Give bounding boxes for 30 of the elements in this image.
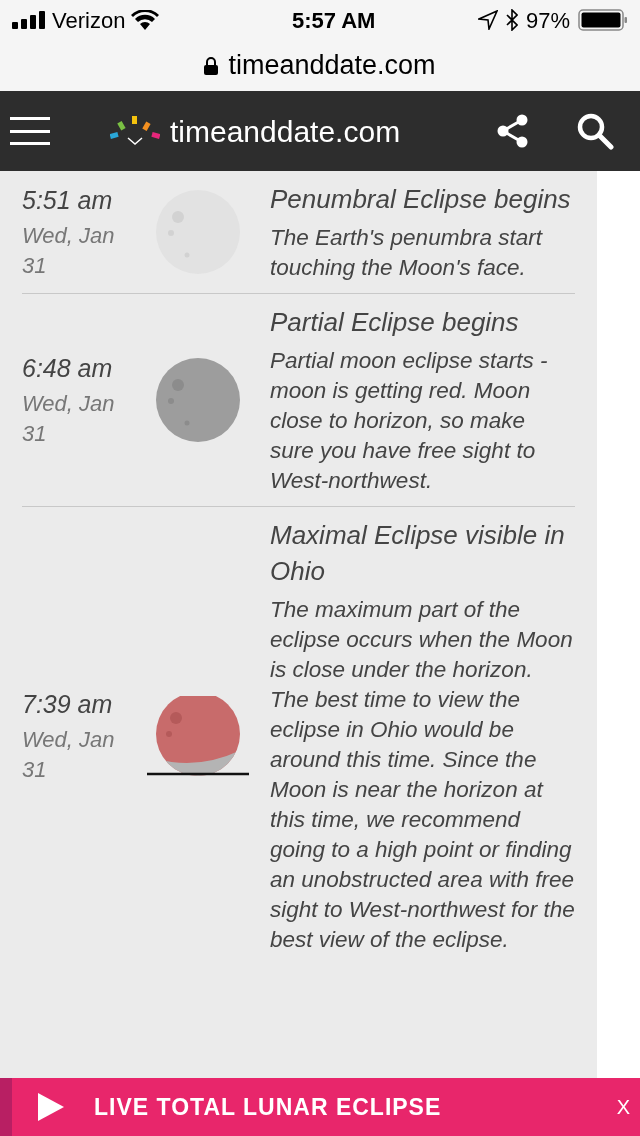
battery-percent: 97% bbox=[525, 6, 570, 35]
wifi-icon bbox=[131, 10, 160, 30]
event-date: Wed, Jan 31 bbox=[22, 390, 116, 448]
live-banner[interactable]: LIVE TOTAL LUNAR ECLIPSE X bbox=[0, 1078, 640, 1136]
event-time: 7:39 am bbox=[22, 689, 114, 720]
close-button[interactable]: X bbox=[616, 1092, 630, 1122]
location-arrow-icon bbox=[477, 10, 498, 30]
battery-icon bbox=[578, 9, 628, 31]
site-logo-text[interactable]: timeanddate.com bbox=[170, 108, 401, 154]
banner-label: LIVE TOTAL LUNAR ECLIPSE bbox=[94, 1092, 442, 1122]
carrier-name: Verizon bbox=[52, 6, 126, 35]
event-description: Partial moon eclipse starts - moon is getting red. Moon close to horizon, so make sure you have free sight to West-northwest. bbox=[270, 347, 549, 495]
event-title: Partial Eclipse begins bbox=[270, 306, 520, 339]
event-date: Wed, Jan 31 bbox=[22, 726, 116, 784]
event-title: Penumbral Eclipse begins bbox=[270, 183, 572, 216]
event-time: 5:51 am bbox=[22, 185, 114, 216]
share-icon[interactable] bbox=[496, 114, 530, 148]
event-date: Wed, Jan 31 bbox=[22, 222, 116, 280]
event-description: The Earth's penumbra start touching the Moon's face. bbox=[270, 224, 544, 282]
event-time: 6:48 am bbox=[22, 353, 114, 384]
event-title: Maximal Eclipse visible in Ohio bbox=[270, 519, 566, 588]
play-icon[interactable] bbox=[38, 1093, 64, 1121]
logo-icon bbox=[110, 116, 160, 146]
menu-icon[interactable] bbox=[10, 117, 50, 145]
search-icon[interactable] bbox=[576, 112, 614, 150]
event-description: The maximum part of the eclipse occurs when the Moon is close under the horizon. The best time to view the eclipse in Ohio would be around this time. Since the Moon is near the horizon at this time, we recommend going to a high point or finding an unobstructed area with free sight to West-northwest for the best view of the eclipse. bbox=[270, 596, 575, 954]
lock-icon bbox=[204, 56, 219, 75]
signal-icon bbox=[12, 11, 46, 29]
bluetooth-icon bbox=[505, 9, 518, 31]
clock-time: 5:57 AM bbox=[291, 6, 376, 35]
